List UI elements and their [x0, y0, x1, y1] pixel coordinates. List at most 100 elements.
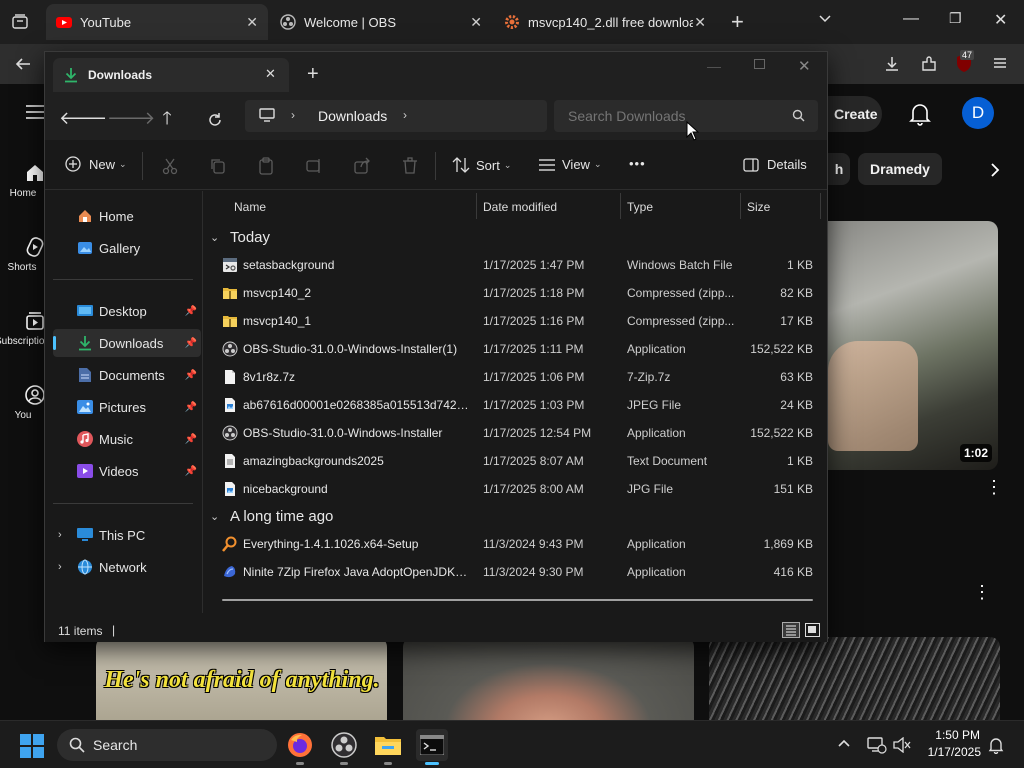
minimize-icon[interactable]: —	[903, 10, 919, 28]
back-icon[interactable]: 🡐	[59, 106, 107, 130]
file-row[interactable]: amazingbackgrounds2025 1/17/2025 8:07 AM T…	[204, 447, 814, 475]
tiles-view-icon[interactable]	[805, 623, 820, 637]
new-button[interactable]: New ⌄	[65, 156, 127, 172]
close-window-icon[interactable]: ✕	[994, 10, 1007, 30]
start-button[interactable]	[20, 734, 44, 758]
clock-date[interactable]: 1/17/2025	[920, 745, 981, 759]
sidebar-item-music[interactable]: Music 📌	[53, 425, 201, 453]
yt-menu-icon[interactable]	[26, 104, 44, 120]
tab-msvcp[interactable]: msvcp140_2.dll free download | ✕	[494, 4, 716, 40]
chip-partial[interactable]: h	[828, 153, 850, 185]
video-thumbnail[interactable]: 1:02	[828, 221, 998, 470]
horizontal-scrollbar[interactable]	[222, 599, 813, 601]
sidebar-item-videos[interactable]: Videos 📌	[53, 457, 201, 485]
new-tab-button[interactable]: +	[731, 9, 744, 35]
sidebar-item-network[interactable]: › Network	[53, 553, 201, 581]
new-explorer-tab-icon[interactable]: +	[307, 63, 319, 86]
pin-icon[interactable]: 📌	[185, 370, 197, 381]
create-button[interactable]: Create	[828, 96, 882, 132]
pin-icon[interactable]: 📌	[185, 402, 197, 413]
tab-obs[interactable]: Welcome | OBS ✕	[270, 4, 492, 40]
explorer-close-icon[interactable]: ✕	[798, 57, 811, 75]
search-icon[interactable]	[792, 109, 805, 122]
close-tab-icon[interactable]: ✕	[470, 14, 482, 31]
video-more-icon[interactable]: ⋮	[985, 478, 1003, 496]
tab-list-chevron-icon[interactable]	[818, 12, 832, 26]
refresh-icon[interactable]	[207, 112, 223, 128]
group-header[interactable]: ⌄ Today	[204, 224, 270, 250]
sidebar-item-gallery[interactable]: Gallery	[53, 234, 201, 262]
file-row[interactable]: msvcp140_2 1/17/2025 1:18 PM Compressed (z…	[204, 279, 814, 307]
file-row[interactable]: Everything-1.4.1.1026.x64-Setup 11/3/2024…	[204, 530, 814, 558]
file-row[interactable]: setasbackground 1/17/2025 1:47 PM Windows …	[204, 251, 814, 279]
taskbar-file-explorer[interactable]	[372, 729, 404, 765]
details-button[interactable]: Details	[743, 157, 807, 172]
share-icon[interactable]	[353, 157, 371, 175]
rename-icon[interactable]	[305, 157, 323, 175]
tab-actions-icon[interactable]	[11, 13, 29, 31]
notifications-bell-icon[interactable]	[909, 102, 931, 126]
forward-icon[interactable]: 🡒	[107, 106, 155, 130]
sidebar-item-home[interactable]: Home	[53, 202, 201, 230]
pin-icon[interactable]: 📌	[185, 466, 197, 477]
taskbar-search[interactable]: Search	[57, 729, 277, 761]
sidebar-item-desktop[interactable]: Desktop 📌	[53, 297, 201, 325]
close-tab-icon[interactable]: ✕	[694, 14, 706, 31]
group-header[interactable]: ⌄ A long time ago	[204, 503, 333, 529]
chip-dramedy[interactable]: Dramedy	[858, 153, 942, 185]
sidebar-item-pictures[interactable]: Pictures 📌	[53, 393, 201, 421]
downloads-icon[interactable]	[883, 55, 901, 73]
column-header-type[interactable]: Type	[620, 191, 740, 223]
collapse-chevron-icon[interactable]: ⌄	[210, 510, 224, 523]
close-tab-icon[interactable]: ✕	[246, 14, 258, 31]
expand-chevron-icon[interactable]: ›	[58, 561, 62, 573]
explorer-maximize-icon[interactable]	[754, 59, 765, 69]
volume-muted-icon[interactable]	[893, 737, 911, 753]
short-thumbnail[interactable]: He's not afraid of anything.	[96, 637, 387, 727]
sidebar-item-downloads[interactable]: Downloads 📌	[53, 329, 201, 357]
taskbar-terminal[interactable]	[416, 729, 448, 765]
close-explorer-tab-icon[interactable]: ✕	[265, 66, 276, 82]
file-row[interactable]: Ninite 7Zip Firefox Java AdoptOpenJDK x.…	[204, 558, 814, 586]
pin-icon[interactable]: 📌	[185, 338, 197, 349]
delete-icon[interactable]	[401, 157, 419, 175]
notifications-icon[interactable]	[988, 736, 1004, 754]
file-row[interactable]: nicebackground 1/17/2025 8:00 AM JPG File 1…	[204, 475, 814, 503]
taskbar-firefox[interactable]	[284, 729, 316, 765]
chevron-right-icon[interactable]: ›	[403, 108, 407, 122]
sidebar-item-this-pc[interactable]: › This PC	[53, 521, 201, 549]
column-header-date[interactable]: Date modified	[476, 191, 620, 223]
view-button[interactable]: View ⌄	[539, 157, 602, 172]
sidebar-item-documents[interactable]: Documents 📌	[53, 361, 201, 389]
file-row[interactable]: msvcp140_1 1/17/2025 1:16 PM Compressed (z…	[204, 307, 814, 335]
tab-youtube[interactable]: YouTube ✕	[46, 4, 268, 40]
collapse-chevron-icon[interactable]: ⌄	[210, 231, 224, 244]
details-view-icon[interactable]	[782, 622, 800, 638]
pin-icon[interactable]: 📌	[185, 306, 197, 317]
extensions-icon[interactable]	[920, 55, 938, 73]
paste-icon[interactable]	[257, 157, 275, 175]
file-row[interactable]: OBS-Studio-31.0.0-Windows-Installer 1/17/…	[204, 419, 814, 447]
column-separator[interactable]	[820, 193, 821, 219]
chips-next-chevron-icon[interactable]	[989, 162, 1001, 178]
copy-icon[interactable]	[209, 157, 227, 175]
file-row[interactable]: ab67616d00001e0268385a015513d742ce4... 1/…	[204, 391, 814, 419]
restore-icon[interactable]: ❐	[949, 10, 962, 27]
explorer-tab[interactable]: Downloads ✕	[53, 58, 289, 92]
taskbar-obs[interactable]	[328, 729, 360, 765]
search-input[interactable]	[568, 107, 778, 125]
sort-button[interactable]: Sort ⌄	[452, 157, 511, 173]
avatar[interactable]: D	[962, 97, 994, 129]
back-arrow-icon[interactable]	[14, 55, 32, 73]
breadcrumb[interactable]: › Downloads ›	[245, 100, 547, 132]
clock-time[interactable]: 1:50 PM	[920, 728, 980, 742]
tray-overflow-chevron-icon[interactable]	[837, 738, 851, 748]
shelf-more-icon[interactable]: ⋮	[973, 583, 991, 601]
browser-menu-icon[interactable]	[992, 55, 1008, 71]
more-options-button[interactable]: •••	[629, 156, 646, 171]
file-row[interactable]: OBS-Studio-31.0.0-Windows-Installer(1) 1/…	[204, 335, 814, 363]
short-thumbnail[interactable]	[709, 637, 1000, 727]
pin-icon[interactable]: 📌	[185, 434, 197, 445]
column-header-size[interactable]: Size	[740, 191, 820, 223]
network-status-icon[interactable]	[867, 736, 887, 754]
